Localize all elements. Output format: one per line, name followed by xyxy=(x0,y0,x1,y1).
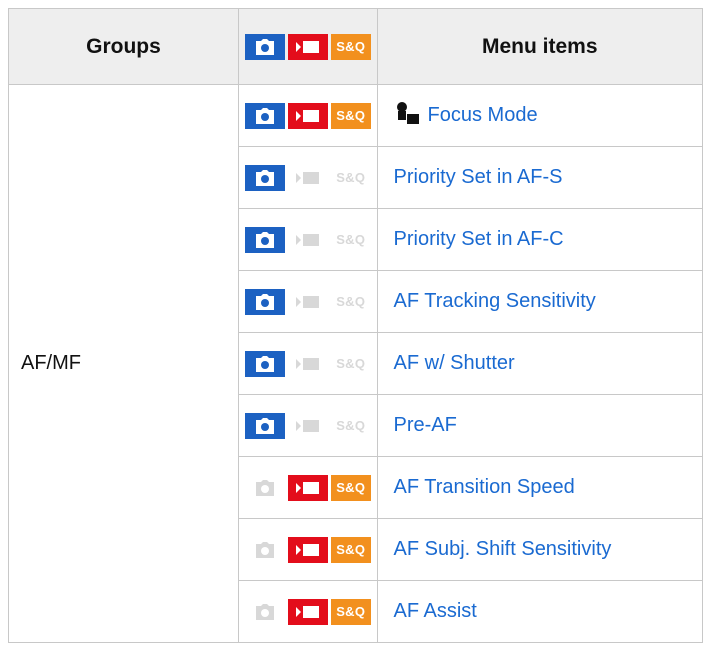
table-row: AF/MF S&Q Focus Mode xyxy=(8,84,703,643)
mode-icons: S&Q xyxy=(239,474,377,501)
header-row: Groups S&Q Menu items xyxy=(8,8,703,85)
movie-icon xyxy=(287,350,328,377)
mode-icons-cell: S&Q xyxy=(237,518,378,581)
mode-icons-cell: S&Q xyxy=(237,394,378,457)
menu-table-body: AF/MF S&Q Focus Mode S&Q Priority Set in AF-… xyxy=(8,84,703,643)
menu-item-wrap: Focus Mode xyxy=(394,100,702,131)
menu-item-wrap: Pre-AF xyxy=(394,414,702,437)
slow-quick-icon: S&Q xyxy=(330,164,371,191)
movie-icon xyxy=(287,288,328,315)
still-image-icon xyxy=(244,33,285,60)
still-image-icon xyxy=(244,598,285,625)
menu-item-link[interactable]: Priority Set in AF-C xyxy=(394,228,564,251)
menu-item-cell: AF Subj. Shift Sensitivity xyxy=(376,518,703,581)
menu-item-cell: AF w/ Shutter xyxy=(376,332,703,395)
slow-quick-icon: S&Q xyxy=(330,598,371,625)
menu-item-cell: Pre-AF xyxy=(376,394,703,457)
movie-icon xyxy=(287,536,328,563)
groups-header: Groups xyxy=(8,8,239,85)
mode-icons: S&Q xyxy=(239,288,377,315)
mode-icons: S&Q xyxy=(239,164,377,191)
menu-item-link[interactable]: AF Tracking Sensitivity xyxy=(394,290,596,313)
menu-item-wrap: AF Tracking Sensitivity xyxy=(394,290,702,313)
menu-item-cell: AF Assist xyxy=(376,580,703,643)
mode-icons: S&Q xyxy=(239,412,377,439)
mode-icons: S&Q xyxy=(239,536,377,563)
movie-icon xyxy=(287,33,328,60)
menu-item-cell: Focus Mode xyxy=(376,84,703,147)
mode-icons: S&Q xyxy=(239,102,377,129)
group-label: AF/MF xyxy=(8,84,239,643)
still-image-icon xyxy=(244,288,285,315)
movie-icon xyxy=(287,226,328,253)
still-image-icon xyxy=(244,412,285,439)
still-image-icon xyxy=(244,226,285,253)
menu-item-wrap: Priority Set in AF-S xyxy=(394,166,702,189)
mode-icons-cell: S&Q xyxy=(237,456,378,519)
still-image-icon xyxy=(244,474,285,501)
menu-item-cell: Priority Set in AF-C xyxy=(376,208,703,271)
menu-table: Groups S&Q Menu items AF/MF S&Q Focus Mode… xyxy=(8,8,703,643)
menu-item-link[interactable]: AF w/ Shutter xyxy=(394,352,515,375)
menu-items-header: Menu items xyxy=(376,8,703,85)
slow-quick-icon: S&Q xyxy=(330,33,371,60)
mode-icons-cell: S&Q xyxy=(237,580,378,643)
slow-quick-icon: S&Q xyxy=(330,536,371,563)
mode-icons-cell: S&Q xyxy=(237,270,378,333)
menu-item-cell: AF Transition Speed xyxy=(376,456,703,519)
movie-icon xyxy=(287,412,328,439)
menu-item-wrap: AF w/ Shutter xyxy=(394,352,702,375)
menu-item-link[interactable]: AF Transition Speed xyxy=(394,476,575,499)
mode-icons: S&Q xyxy=(239,350,377,377)
slow-quick-icon: S&Q xyxy=(330,102,371,129)
mode-icons-header: S&Q xyxy=(237,8,378,85)
slow-quick-icon: S&Q xyxy=(330,474,371,501)
movie-icon xyxy=(287,164,328,191)
still-image-icon xyxy=(244,536,285,563)
menu-item-wrap: AF Subj. Shift Sensitivity xyxy=(394,538,702,561)
menu-item-cell: AF Tracking Sensitivity xyxy=(376,270,703,333)
mode-icons-cell: S&Q xyxy=(237,208,378,271)
still-image-icon xyxy=(244,102,285,129)
menu-item-wrap: AF Transition Speed xyxy=(394,476,702,499)
menu-item-cell: Priority Set in AF-S xyxy=(376,146,703,209)
slow-quick-icon: S&Q xyxy=(330,226,371,253)
menu-item-wrap: AF Assist xyxy=(394,600,702,623)
mode-icons: S&Q xyxy=(239,226,377,253)
menu-item-wrap: Priority Set in AF-C xyxy=(394,228,702,251)
movie-icon xyxy=(287,598,328,625)
custom-key-icon xyxy=(394,100,420,131)
slow-quick-icon: S&Q xyxy=(330,288,371,315)
still-image-icon xyxy=(244,164,285,191)
slow-quick-icon: S&Q xyxy=(330,350,371,377)
mode-icons-cell: S&Q xyxy=(237,146,378,209)
movie-icon xyxy=(287,102,328,129)
still-image-icon xyxy=(244,350,285,377)
mode-icons: S&Q xyxy=(239,598,377,625)
mode-icons-cell: S&Q xyxy=(237,84,378,147)
menu-item-link[interactable]: AF Subj. Shift Sensitivity xyxy=(394,538,612,561)
menu-item-link[interactable]: AF Assist xyxy=(394,600,477,623)
menu-item-link[interactable]: Pre-AF xyxy=(394,414,457,437)
movie-icon xyxy=(287,474,328,501)
menu-item-link[interactable]: Priority Set in AF-S xyxy=(394,166,563,189)
menu-item-link[interactable]: Focus Mode xyxy=(428,104,538,127)
mode-icons-cell: S&Q xyxy=(237,332,378,395)
slow-quick-icon: S&Q xyxy=(330,412,371,439)
header-icons: S&Q xyxy=(239,33,377,60)
